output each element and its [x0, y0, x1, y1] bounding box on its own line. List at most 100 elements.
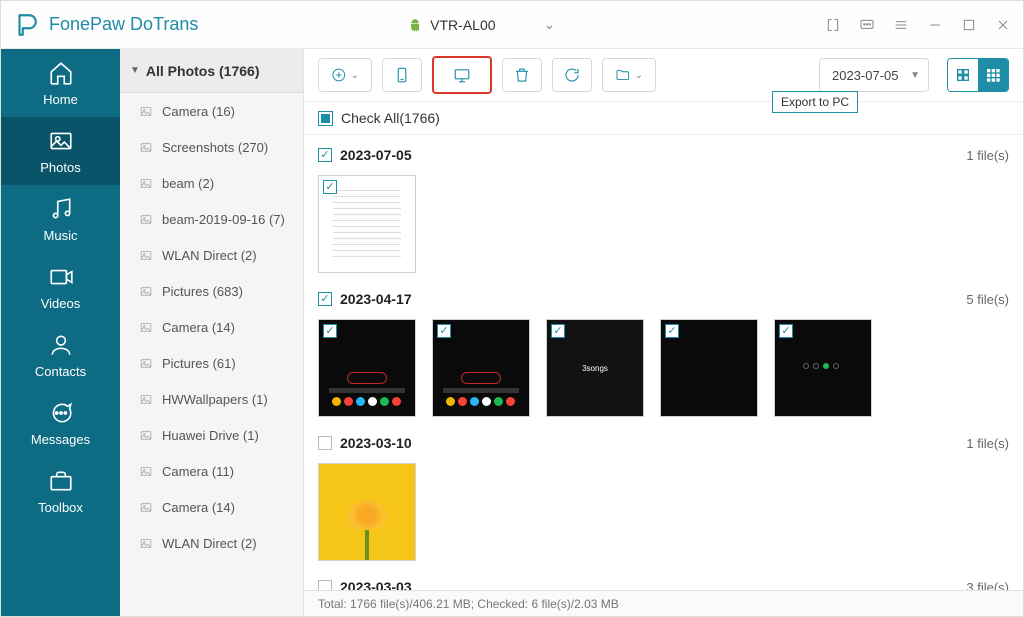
album-item[interactable]: Screenshots (270) — [120, 129, 303, 165]
thumb-checkbox[interactable] — [323, 180, 337, 194]
content-panel: ⌄ ⌄ Export to PC 2023-07-05 ▼ — [304, 49, 1023, 616]
view-small-button[interactable] — [978, 59, 1008, 91]
photo-thumb[interactable] — [660, 319, 758, 417]
group-checkbox[interactable] — [318, 148, 332, 162]
image-icon — [138, 249, 154, 262]
photo-thumb[interactable] — [432, 319, 530, 417]
group-checkbox[interactable] — [318, 436, 332, 450]
group-checkbox[interactable] — [318, 292, 332, 306]
album-item[interactable]: Camera (16) — [120, 93, 303, 129]
collapse-icon: ▼ — [130, 65, 140, 76]
album-label: Camera (11) — [162, 464, 234, 479]
nav-messages[interactable]: Messages — [1, 389, 120, 457]
photo-thumb[interactable] — [318, 319, 416, 417]
album-item[interactable]: beam-2019-09-16 (7) — [120, 201, 303, 237]
album-label: Camera (14) — [162, 500, 235, 515]
plus-icon — [331, 66, 347, 84]
export-to-device-button[interactable] — [382, 58, 422, 92]
close-button[interactable] — [995, 17, 1011, 33]
image-icon — [138, 501, 154, 514]
view-toggle — [947, 58, 1009, 92]
nav-label: Photos — [40, 160, 80, 175]
image-icon — [138, 321, 154, 334]
group-date: 2023-07-05 — [340, 147, 412, 163]
image-icon — [138, 213, 154, 226]
image-icon — [138, 537, 154, 550]
photo-groups[interactable]: 2023-07-05 1 file(s) 2023-04-17 5 file(s… — [304, 135, 1023, 590]
image-icon — [138, 393, 154, 406]
date-filter[interactable]: 2023-07-05 ▼ — [819, 58, 929, 92]
albums-header-label: All Photos (1766) — [146, 63, 260, 79]
image-icon — [138, 465, 154, 478]
album-item[interactable]: Camera (14) — [120, 309, 303, 345]
status-bar: Total: 1766 file(s)/406.21 MB; Checked: … — [304, 590, 1023, 616]
status-text: Total: 1766 file(s)/406.21 MB; Checked: … — [318, 597, 619, 611]
device-name: VTR-AL00 — [430, 17, 495, 33]
nav-photos[interactable]: Photos — [1, 117, 120, 185]
album-label: Camera (16) — [162, 104, 235, 119]
toolbox-icon — [48, 468, 74, 494]
album-item[interactable]: beam (2) — [120, 165, 303, 201]
grid-large-icon — [955, 67, 971, 83]
android-icon — [408, 16, 422, 34]
group-header: 2023-03-03 3 file(s) — [318, 571, 1009, 590]
nav-videos[interactable]: Videos — [1, 253, 120, 321]
album-item[interactable]: Huawei Drive (1) — [120, 417, 303, 453]
music-icon — [48, 196, 74, 222]
refresh-button[interactable] — [552, 58, 592, 92]
album-label: Pictures (683) — [162, 284, 243, 299]
device-export-icon — [393, 66, 411, 84]
date-filter-value: 2023-07-05 — [832, 68, 899, 83]
album-item[interactable]: Pictures (61) — [120, 345, 303, 381]
album-label: beam (2) — [162, 176, 214, 191]
delete-button[interactable] — [502, 58, 542, 92]
videos-icon — [48, 264, 74, 290]
nav-label: Music — [44, 228, 78, 243]
album-label: Pictures (61) — [162, 356, 236, 371]
album-label: Huawei Drive (1) — [162, 428, 259, 443]
thumb-checkbox[interactable] — [323, 324, 337, 338]
photo-thumb[interactable] — [318, 463, 416, 561]
group-date: 2023-04-17 — [340, 291, 412, 307]
nav-toolbox[interactable]: Toolbox — [1, 457, 120, 525]
device-selector[interactable]: VTR-AL00 ⌄ — [408, 16, 555, 34]
share-icon[interactable] — [825, 17, 841, 33]
album-item[interactable]: HWWallpapers (1) — [120, 381, 303, 417]
window-actions — [825, 17, 1011, 33]
thumb-checkbox[interactable] — [551, 324, 565, 338]
album-item[interactable]: Camera (14) — [120, 489, 303, 525]
album-label: beam-2019-09-16 (7) — [162, 212, 285, 227]
thumb-checkbox[interactable] — [665, 324, 679, 338]
check-all-checkbox[interactable] — [318, 111, 333, 126]
folder-button[interactable]: ⌄ — [602, 58, 656, 92]
album-label: Camera (14) — [162, 320, 235, 335]
photo-thumb[interactable]: 3songs — [546, 319, 644, 417]
album-item[interactable]: Pictures (683) — [120, 273, 303, 309]
nav-music[interactable]: Music — [1, 185, 120, 253]
nav-home[interactable]: Home — [1, 49, 120, 117]
photo-thumb[interactable] — [318, 175, 416, 273]
image-icon — [138, 177, 154, 190]
add-button[interactable]: ⌄ — [318, 58, 372, 92]
thumb-row — [318, 459, 1009, 571]
album-item[interactable]: WLAN Direct (2) — [120, 237, 303, 273]
menu-icon[interactable] — [893, 17, 909, 33]
nav-contacts[interactable]: Contacts — [1, 321, 120, 389]
app-title: FonePaw DoTrans — [49, 14, 198, 35]
albums-header[interactable]: ▼ All Photos (1766) — [120, 49, 303, 93]
minimize-button[interactable] — [927, 17, 943, 33]
thumb-checkbox[interactable] — [437, 324, 451, 338]
album-item[interactable]: WLAN Direct (2) — [120, 525, 303, 561]
group-checkbox[interactable] — [318, 580, 332, 590]
messages-icon — [48, 400, 74, 426]
thumb-checkbox[interactable] — [779, 324, 793, 338]
maximize-button[interactable] — [961, 17, 977, 33]
view-large-button[interactable] — [948, 59, 978, 91]
export-to-pc-button[interactable] — [432, 56, 492, 94]
photo-thumb[interactable] — [774, 319, 872, 417]
nav-label: Contacts — [35, 364, 86, 379]
feedback-icon[interactable] — [859, 17, 875, 33]
nav-label: Home — [43, 92, 78, 107]
export-tooltip: Export to PC — [772, 91, 858, 113]
album-item[interactable]: Camera (11) — [120, 453, 303, 489]
